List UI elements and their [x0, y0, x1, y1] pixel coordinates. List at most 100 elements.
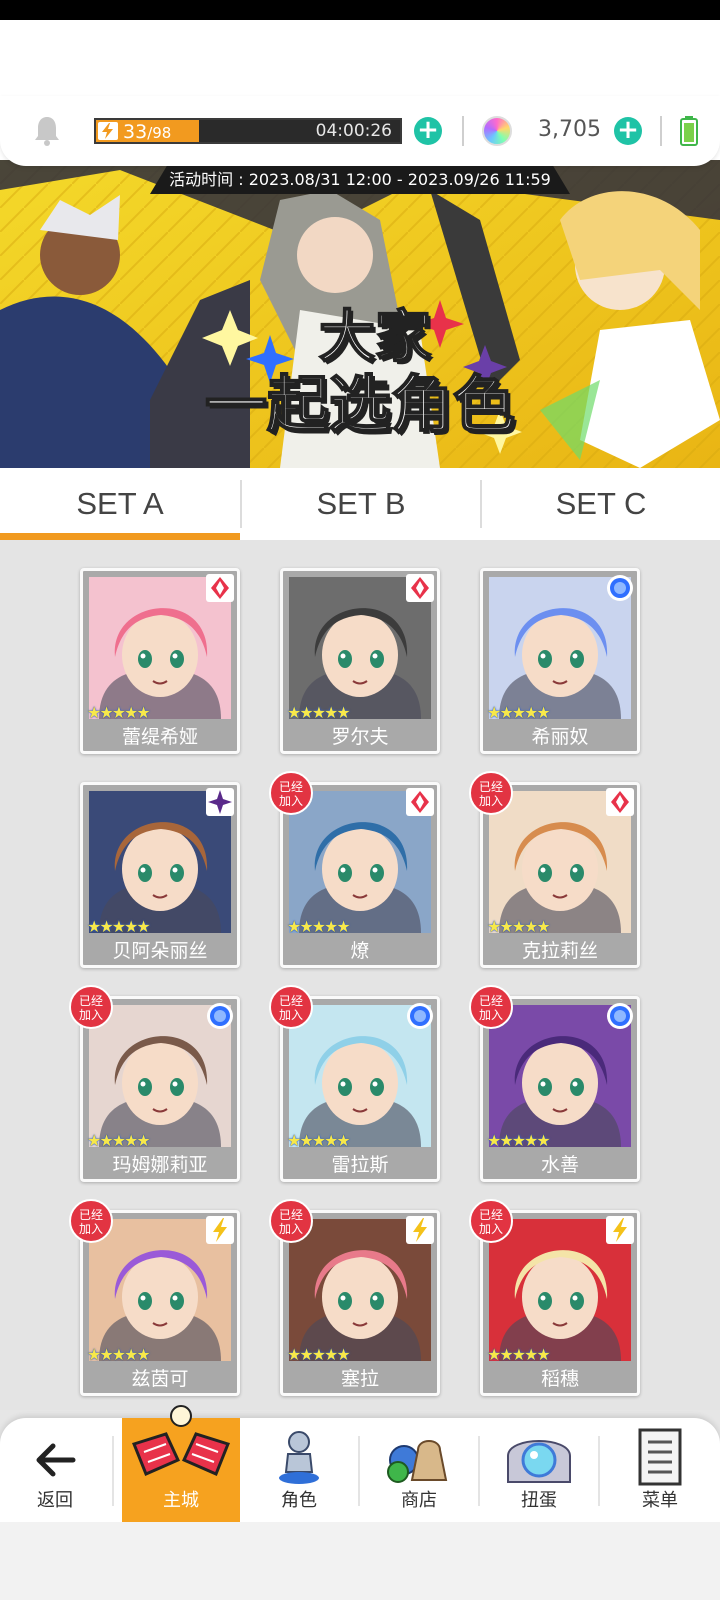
gacha-crystal-icon	[507, 1440, 571, 1483]
character-name: 雷拉斯	[331, 1154, 389, 1176]
active-tab-indicator	[0, 533, 240, 540]
fire-attribute-icon	[406, 574, 434, 602]
dark-attribute-icon	[206, 788, 234, 816]
nav-shop-button[interactable]: 商店	[360, 1418, 478, 1522]
event-time-label: 活动时间 : 2023.08/31 12:00 - 2023.09/26 11:…	[150, 166, 570, 194]
thunder-attribute-icon	[206, 1216, 234, 1244]
character-card[interactable]: ★★★★★ 雷拉斯 已经 加入	[269, 985, 440, 1182]
character-card[interactable]: ★★★★★ 蕾缇希娅	[80, 568, 240, 754]
fire-attribute-icon	[406, 788, 434, 816]
character-card[interactable]: ★★★★★ 贝阿朵丽丝	[80, 782, 240, 968]
star-rating: ★★★★★	[287, 917, 351, 936]
tab-set-c[interactable]: SET C	[482, 468, 720, 540]
nav-label: 返回	[37, 1490, 73, 1511]
star-rating: ★★★★★	[487, 703, 551, 722]
set-tabs: SET A SET B SET C	[0, 468, 720, 540]
character-grid: ★★★★★ 蕾缇希娅 ★★★★★ 罗尔夫 ★★★★★ 希丽奴 ★★★★★ 贝阿朵丽丝 ★★★★★…	[0, 540, 720, 1410]
shop-bag-icon	[387, 1440, 448, 1483]
menu-list-icon	[638, 1428, 682, 1486]
character-card[interactable]: ★★★★★ 玛姆娜莉亚 已经 加入	[69, 985, 240, 1182]
bottom-nav: 返回 主城 角色 商店 扭蛋 菜单	[0, 1405, 720, 1522]
castle-wings-icon	[132, 1405, 230, 1476]
stamina-timer: 04:00:26	[315, 121, 392, 141]
nav-main-city-button[interactable]: 主城	[122, 1405, 240, 1522]
star-rating: ★★★★★	[87, 1345, 151, 1364]
character-card[interactable]: ★★★★★ 燎 已经 加入	[269, 771, 440, 968]
character-name: 蕾缇希娅	[121, 726, 198, 748]
joined-badge: 已经 加入	[469, 985, 513, 1029]
nav-back-button[interactable]: 返回	[0, 1418, 110, 1522]
stamina-bolt-icon	[98, 122, 118, 140]
water-attribute-icon	[407, 1003, 433, 1029]
joined-badge: 已经 加入	[469, 771, 513, 815]
star-rating: ★★★★★	[287, 1131, 351, 1150]
add-stamina-button[interactable]: +	[414, 117, 442, 145]
nav-label: 扭蛋	[521, 1490, 557, 1511]
star-rating: ★★★★★	[287, 703, 351, 722]
character-card[interactable]: ★★★★★ 希丽奴	[480, 568, 640, 754]
character-card[interactable]: ★★★★★ 塞拉 已经 加入	[269, 1199, 440, 1396]
joined-badge: 已经 加入	[269, 985, 313, 1029]
character-name: 希丽奴	[531, 726, 589, 748]
banner-title-line2: 一起选角色	[204, 368, 516, 441]
thunder-attribute-icon	[606, 1216, 634, 1244]
gem-count: 3,705	[538, 117, 601, 142]
star-rating: ★★★★★	[287, 1345, 351, 1364]
status-bar	[0, 0, 720, 20]
character-figure-icon	[279, 1431, 319, 1484]
character-name: 塞拉	[340, 1368, 379, 1390]
fire-attribute-icon	[606, 788, 634, 816]
thunder-attribute-icon	[406, 1216, 434, 1244]
star-rating: ★★★★★	[87, 703, 151, 722]
nav-label: 主城	[163, 1490, 199, 1511]
nav-label: 角色	[281, 1490, 317, 1511]
joined-badge: 已经 加入	[69, 1199, 113, 1243]
add-gem-button[interactable]: +	[614, 117, 642, 145]
character-name: 燎	[350, 940, 370, 962]
star-rating: ★★★★★	[87, 1131, 151, 1150]
nav-gacha-button[interactable]: 扭蛋	[480, 1418, 598, 1522]
nav-characters-button[interactable]: 角色	[240, 1418, 358, 1522]
star-rating: ★★★★★	[487, 1345, 551, 1364]
character-name: 克拉莉丝	[521, 940, 598, 962]
character-card[interactable]: ★★★★★ 罗尔夫	[280, 568, 440, 754]
banner-title-line1: 大家	[318, 305, 432, 370]
character-name: 稻穗	[540, 1368, 579, 1390]
character-name: 玛姆娜莉亚	[112, 1154, 208, 1176]
nav-label: 商店	[401, 1490, 437, 1511]
character-card[interactable]: ★★★★★ 克拉莉丝 已经 加入	[469, 771, 640, 968]
water-attribute-icon	[207, 1003, 233, 1029]
stamina-value: 33/98	[123, 121, 172, 143]
joined-badge: 已经 加入	[469, 1199, 513, 1243]
character-name: 水善	[540, 1154, 579, 1176]
nav-divider	[112, 1436, 114, 1506]
character-name: 贝阿朵丽丝	[112, 940, 208, 962]
joined-badge: 已经 加入	[269, 771, 313, 815]
resource-divider	[462, 116, 464, 146]
resource-divider-2	[660, 116, 662, 146]
character-card[interactable]: ★★★★★ 水善 已经 加入	[469, 985, 640, 1182]
water-attribute-icon	[607, 575, 633, 601]
star-rating: ★★★★★	[487, 917, 551, 936]
character-card[interactable]: ★★★★★ 兹茵可 已经 加入	[69, 1199, 240, 1396]
system-gesture-bar	[0, 1522, 720, 1600]
character-card[interactable]: ★★★★★ 稻穗 已经 加入	[469, 1199, 640, 1396]
fire-attribute-icon	[206, 574, 234, 602]
notification-bell-icon[interactable]	[33, 114, 61, 146]
tab-set-b[interactable]: SET B	[242, 468, 480, 540]
stamina-bar: 33/98 04:00:26	[94, 118, 402, 144]
nav-menu-button[interactable]: 菜单	[600, 1418, 720, 1522]
back-arrow-icon	[36, 1443, 76, 1477]
gem-icon	[482, 116, 512, 146]
joined-badge: 已经 加入	[269, 1199, 313, 1243]
water-attribute-icon	[607, 1003, 633, 1029]
nav-label: 菜单	[642, 1490, 678, 1511]
battery-icon	[680, 116, 698, 146]
joined-badge: 已经 加入	[69, 985, 113, 1029]
star-rating: ★★★★★	[87, 917, 151, 936]
banner-title: 大家 一起选角色	[190, 305, 530, 441]
star-rating: ★★★★★	[487, 1131, 551, 1150]
character-name: 罗尔夫	[331, 726, 389, 748]
character-name: 兹茵可	[131, 1368, 189, 1390]
tab-set-a[interactable]: SET A	[0, 468, 240, 540]
